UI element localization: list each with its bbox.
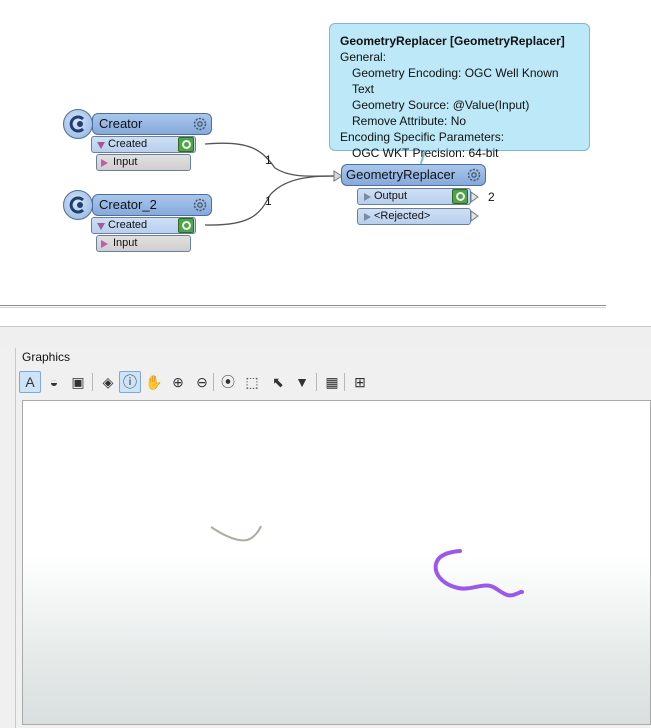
graphics-viewport[interactable] — [22, 400, 651, 725]
inspect-icon[interactable] — [178, 218, 194, 233]
creator-name: Creator — [99, 116, 143, 131]
port-label: Output — [374, 190, 408, 202]
creator-input-port[interactable]: Input — [96, 154, 191, 171]
filter-tool[interactable]: ▼ — [291, 371, 313, 393]
input-arrow-icon — [101, 240, 108, 248]
tooltip-title: GeometryReplacer [GeometryReplacer] — [340, 34, 565, 48]
zoom-extent-tool[interactable]: ⦿ — [217, 371, 239, 393]
collapse-triangle-icon — [97, 223, 105, 230]
geometry-replacer-header[interactable]: GeometryReplacer — [341, 164, 486, 186]
expand-triangle-icon — [364, 213, 371, 221]
polyline-geometry — [433, 549, 524, 598]
tooltip-line: Encoding Specific Parameters: — [340, 130, 505, 144]
transformer-tooltip: GeometryReplacer [GeometryReplacer] Gene… — [329, 23, 590, 160]
zoom-out-tool[interactable]: ⊖ — [191, 371, 213, 393]
tooltip-line: OGC WKT Precision: 64-bit — [352, 146, 499, 160]
rejected-arrow — [470, 210, 479, 222]
expand-triangle-icon — [364, 193, 371, 201]
pan-tool[interactable]: ✋ — [143, 371, 165, 393]
tooltip-line: Remove Attribute: No — [352, 114, 467, 128]
toolbar-separator — [92, 373, 93, 391]
port-label: Created — [108, 138, 148, 150]
select-features-tool[interactable]: ⬉ — [267, 371, 289, 393]
port-label: <Rejected> — [374, 210, 431, 222]
tooltip-line: General: — [340, 50, 387, 64]
creator-2-icon — [63, 190, 93, 220]
inspect-icon[interactable] — [178, 137, 194, 152]
toolbar-separator — [316, 373, 317, 391]
collapse-triangle-icon — [97, 142, 105, 149]
zoom-in-tool[interactable]: ⊕ — [167, 371, 189, 393]
creator-2-input-port[interactable]: Input — [96, 235, 191, 252]
creator-2-name: Creator_2 — [99, 197, 157, 212]
left-panel-strip[interactable] — [0, 348, 16, 728]
connection-count: 1 — [265, 194, 272, 208]
identify-tool[interactable]: ⓘ — [119, 371, 141, 393]
style-tool[interactable]: ◒ — [43, 371, 65, 393]
zoom-window-tool[interactable]: ⬚ — [241, 371, 263, 393]
output-arrow — [470, 191, 479, 203]
geometry-layer — [210, 525, 524, 598]
panel-header-bar — [0, 326, 651, 350]
output-feature-count: 2 — [488, 190, 495, 204]
select-tool[interactable]: A — [19, 371, 41, 393]
add-geometry-tool[interactable]: ⊞ — [349, 371, 371, 393]
gear-icon[interactable] — [192, 116, 208, 132]
connection-count: 1 — [265, 153, 272, 167]
rejected-port[interactable]: <Rejected> — [357, 208, 471, 225]
gear-icon[interactable] — [466, 167, 482, 183]
gear-icon[interactable] — [192, 197, 208, 213]
layers-tool[interactable]: ◈ — [97, 371, 119, 393]
toolbar-separator — [344, 373, 345, 391]
arc-geometry — [210, 525, 262, 542]
input-arrow-icon — [101, 159, 108, 167]
geometry-replacer-name: GeometryReplacer — [346, 167, 456, 182]
port-label: Input — [113, 237, 138, 249]
table-tool[interactable]: ▦ — [321, 371, 343, 393]
port-label: Input — [113, 156, 138, 168]
tooltip-line: Geometry Encoding: OGC Well Known Text — [352, 66, 559, 96]
graphics-group-label: Graphics — [22, 350, 71, 364]
toolbar-separator — [213, 373, 214, 391]
divider — [0, 307, 606, 308]
port-label: Created — [108, 219, 148, 231]
inspect-icon[interactable] — [452, 189, 468, 204]
creator-icon — [63, 109, 93, 139]
divider — [0, 305, 606, 306]
display-tool[interactable]: ▣ — [67, 371, 89, 393]
workspace-canvas[interactable]: GeometryReplacer [GeometryReplacer] Gene… — [0, 0, 651, 300]
tooltip-line: Geometry Source: @Value(Input) — [352, 98, 530, 112]
